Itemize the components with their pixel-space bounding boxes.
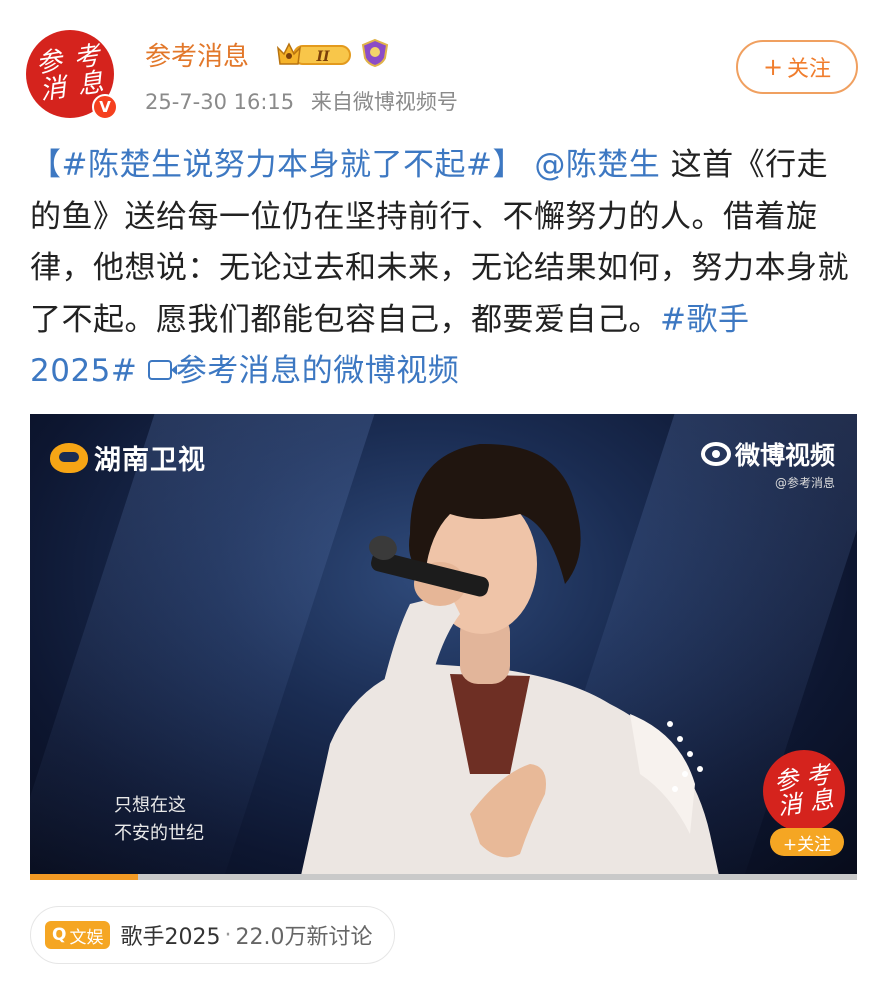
avatar[interactable]: 参考 消息 V bbox=[26, 30, 120, 124]
channel-logo-text: 湖南卫视 bbox=[94, 445, 206, 476]
video-progress-bar[interactable] bbox=[30, 874, 857, 880]
verified-icon: V bbox=[92, 94, 118, 120]
topic-name: 歌手2025 bbox=[120, 925, 221, 950]
video-progress-fill bbox=[30, 874, 138, 880]
weibo-icon bbox=[700, 442, 731, 466]
video-icon bbox=[147, 359, 177, 380]
hunan-tv-logo: 湖南卫视 bbox=[50, 438, 206, 477]
video-link[interactable]: 参考消息的微博视频 bbox=[147, 353, 460, 389]
mention-link[interactable]: @陈楚生 bbox=[534, 147, 660, 183]
post-source[interactable]: 来自微博视频号 bbox=[311, 90, 458, 114]
user-name[interactable]: 参考消息 bbox=[145, 36, 249, 73]
weibo-video-logo: 微博视频 @参考消息 bbox=[700, 436, 835, 491]
level-badge-text: II bbox=[315, 49, 330, 65]
hashtag-link[interactable]: 【#陈楚生说努力本身就了不起#】 bbox=[30, 147, 524, 183]
plus-icon: + bbox=[762, 53, 784, 81]
lyrics-subtitle: 只想在这 不安的世纪 bbox=[114, 792, 204, 848]
video-link-label: 参考消息的微博视频 bbox=[175, 353, 460, 389]
follow-button[interactable]: + 关注 bbox=[736, 40, 858, 94]
mango-icon bbox=[50, 442, 88, 473]
topic-category-label: 文娱 bbox=[69, 927, 104, 948]
shield-badge-icon[interactable] bbox=[360, 38, 390, 68]
weibo-handle: @参考消息 bbox=[774, 476, 835, 490]
lyric-line: 不安的世纪 bbox=[114, 823, 204, 844]
follow-label: 关注 bbox=[787, 57, 832, 82]
post-timestamp: 25-7-30 16:15 bbox=[145, 90, 295, 114]
lyric-line: 只想在这 bbox=[114, 795, 186, 816]
vip-level-badge-icon[interactable]: II bbox=[276, 40, 354, 68]
topic-separator: · bbox=[224, 922, 232, 948]
topic-category-tag: Q 文娱 bbox=[45, 921, 111, 949]
weibo-logo-text: 微博视频 bbox=[734, 441, 835, 470]
logo-char: 息 bbox=[807, 785, 836, 817]
video-player[interactable]: 湖南卫视 微博视频 @参考消息 只想在这 不安的世纪 参考 消息 +关注 bbox=[30, 414, 857, 880]
watermark-follow-button[interactable]: +关注 bbox=[770, 828, 844, 856]
topic-discussion-count: 22.0万新讨论 bbox=[235, 925, 373, 950]
logo-char: 消 bbox=[38, 72, 68, 107]
topic-chip[interactable]: Q 文娱 歌手2025 · 22.0万新讨论 bbox=[30, 906, 396, 964]
logo-char: 消 bbox=[775, 789, 804, 821]
brand-logo: 参考 消息 bbox=[772, 760, 836, 821]
search-icon: Q bbox=[52, 925, 67, 945]
brand-logo: 参考 消息 bbox=[34, 41, 105, 107]
post-meta: 25-7-30 16:15 来自微博视频号 bbox=[145, 86, 458, 116]
watermark-avatar[interactable]: 参考 消息 bbox=[763, 750, 845, 832]
post-text: 【#陈楚生说努力本身就了不起#】 @陈楚生 这首《行走的鱼》送给每一位仍在坚持前… bbox=[30, 140, 858, 398]
